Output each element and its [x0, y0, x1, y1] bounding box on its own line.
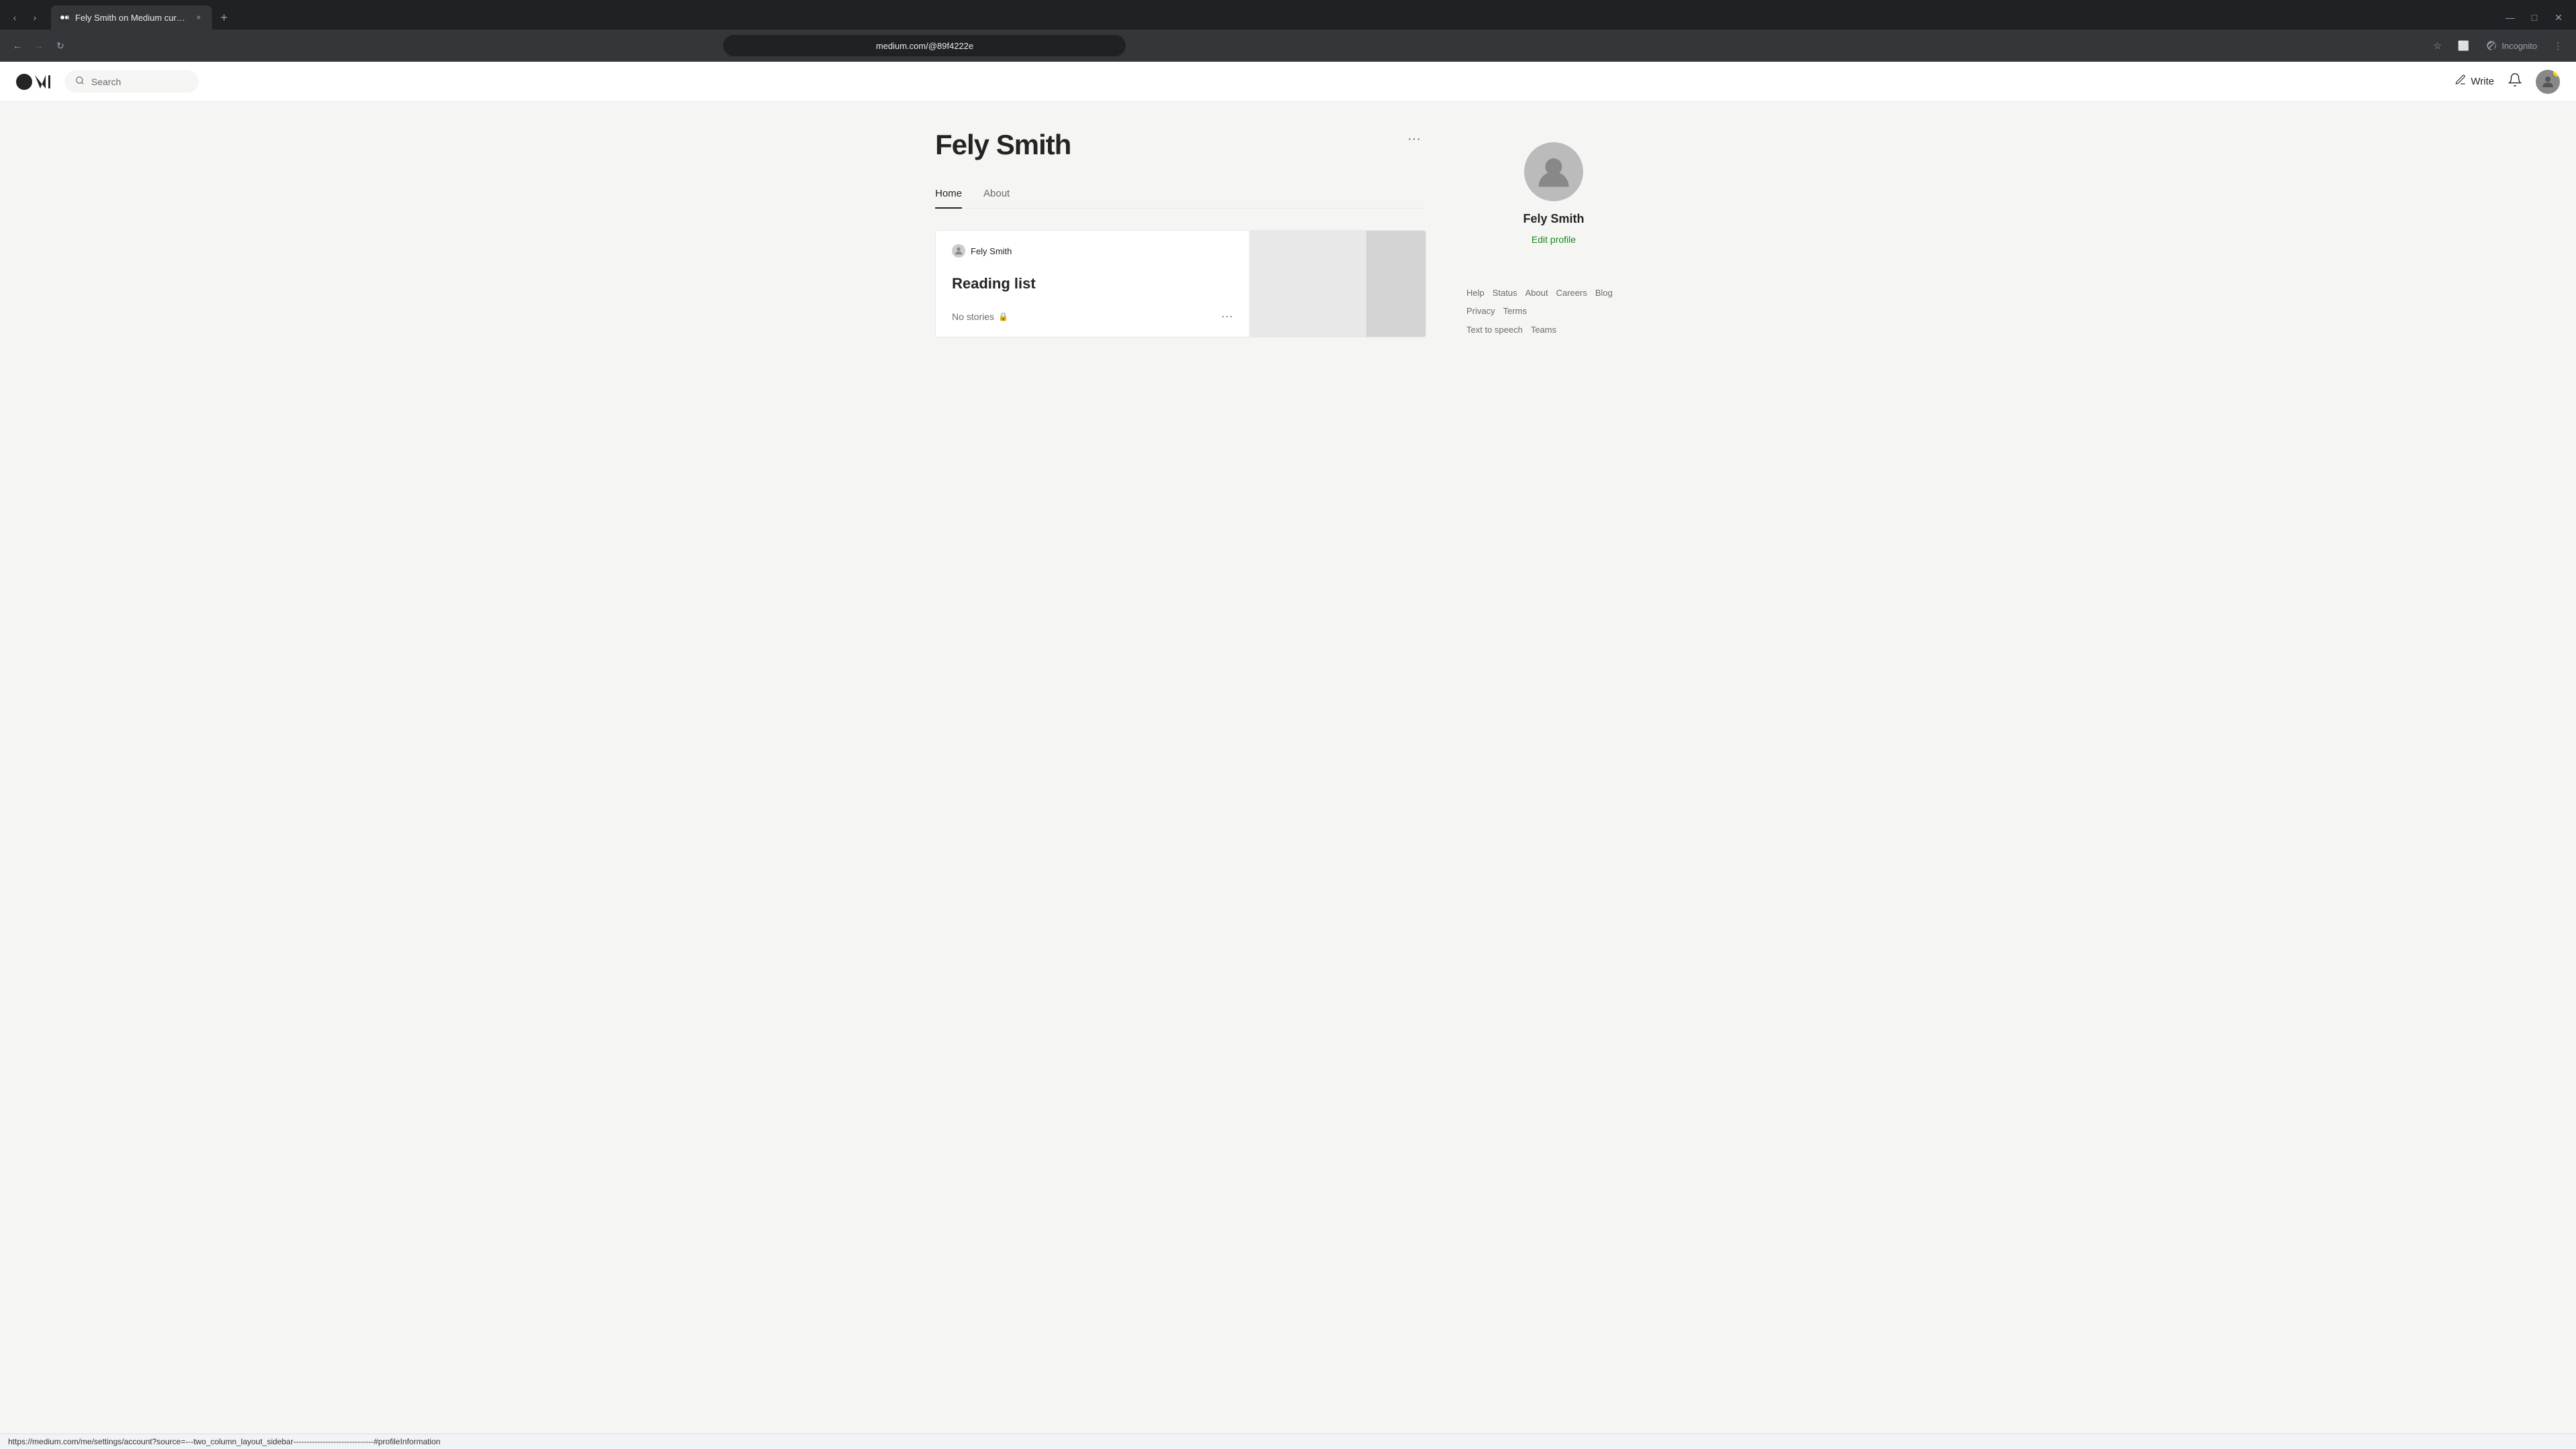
status-bar: https://medium.com/me/settings/account?s… — [0, 1434, 2576, 1449]
tab-nav-left: ‹ › — [5, 8, 44, 27]
incognito-label: Incognito — [2502, 41, 2537, 51]
close-window-button[interactable]: ✕ — [2552, 11, 2565, 24]
sidebar-profile: Fely Smith Edit profile — [1466, 129, 1641, 245]
avatar-plus-badge: ✦ — [2553, 70, 2560, 76]
footer-link-help[interactable]: Help — [1466, 285, 1485, 301]
status-bar-url: https://medium.com/me/settings/account?s… — [8, 1437, 440, 1446]
back-button[interactable]: ← — [8, 36, 27, 55]
tab-title: Fely Smith on Medium curated — [75, 13, 188, 23]
search-box[interactable]: Search — [64, 70, 199, 93]
footer-link-privacy[interactable]: Privacy — [1466, 303, 1495, 319]
incognito-button[interactable]: Incognito — [2480, 37, 2542, 54]
card-bottom: No stories 🔒 ··· — [952, 309, 1233, 323]
card-right — [1249, 231, 1426, 337]
reading-list-card: Fely Smith Reading list No stories 🔒 ··· — [935, 230, 1426, 337]
sidebar-avatar — [1524, 142, 1583, 201]
cards-area: Fely Smith Reading list No stories 🔒 ··· — [935, 230, 1426, 337]
notification-button[interactable] — [2508, 72, 2522, 91]
edit-profile-button[interactable]: Edit profile — [1532, 234, 1576, 245]
card-left: Fely Smith Reading list No stories 🔒 ··· — [936, 231, 1249, 337]
medium-logo[interactable] — [16, 72, 54, 91]
address-right-controls: ☆ ⬜ Incognito ⋮ — [2428, 37, 2568, 54]
card-title: Reading list — [952, 275, 1233, 292]
nav-right: Write ✦ — [2455, 70, 2560, 94]
minimize-button[interactable]: — — [2504, 11, 2517, 24]
sidebar-name: Fely Smith — [1523, 212, 1584, 226]
card-image-2 — [1366, 231, 1426, 337]
write-button[interactable]: Write — [2455, 74, 2494, 89]
footer-link-terms[interactable]: Terms — [1503, 303, 1527, 319]
footer-links-row-2: Text to speech Teams — [1466, 322, 1641, 337]
profile-header: Fely Smith ··· — [935, 129, 1426, 161]
address-nav: ← → ↻ — [8, 36, 70, 55]
lock-icon: 🔒 — [998, 312, 1008, 321]
profile-name: Fely Smith — [935, 129, 1071, 161]
browser-chrome: ‹ › Fely Smith on Medium curated × + — □… — [0, 0, 2576, 62]
url-text: medium.com/@89f4222e — [733, 41, 1116, 51]
card-author-avatar — [952, 244, 965, 258]
tab-favicon — [59, 12, 70, 23]
forward-button[interactable]: → — [30, 36, 48, 55]
browser-menu-button[interactable]: ⋮ — [2548, 38, 2568, 54]
tab-about[interactable]: About — [983, 188, 1010, 209]
footer-link-status[interactable]: Status — [1493, 285, 1517, 301]
footer-links: Help Status About Careers Blog Privacy T… — [1466, 285, 1641, 337]
address-bar: ← → ↻ medium.com/@89f4222e ☆ ⬜ Incognito… — [0, 30, 2576, 62]
user-avatar-button[interactable]: ✦ — [2536, 70, 2560, 94]
url-bar[interactable]: medium.com/@89f4222e — [723, 35, 1126, 56]
profile-more-button[interactable]: ··· — [1402, 129, 1426, 150]
card-more-button[interactable]: ··· — [1221, 309, 1233, 323]
tab-close-button[interactable]: × — [193, 12, 204, 23]
footer-link-tts[interactable]: Text to speech — [1466, 322, 1523, 337]
no-stories-label: No stories — [952, 311, 994, 322]
search-icon — [75, 76, 85, 87]
bookmark-star-button[interactable]: ☆ — [2428, 38, 2447, 54]
footer-link-blog[interactable]: Blog — [1595, 285, 1613, 301]
write-icon — [2455, 74, 2467, 89]
search-placeholder: Search — [91, 76, 121, 87]
tab-bar: ‹ › Fely Smith on Medium curated × + — □… — [0, 0, 2576, 30]
sidebar-area: Fely Smith Edit profile Help Status Abou… — [1466, 129, 1641, 337]
footer-link-teams[interactable]: Teams — [1531, 322, 1556, 337]
profile-tabs: Home About — [935, 188, 1426, 209]
tab-back-arrow[interactable]: ‹ — [5, 8, 24, 27]
reload-button[interactable]: ↻ — [51, 36, 70, 55]
new-tab-button[interactable]: + — [215, 8, 233, 27]
maximize-button[interactable]: □ — [2528, 11, 2541, 24]
content-area: Fely Smith ··· Home About — [935, 129, 1426, 337]
no-stories: No stories 🔒 — [952, 311, 1008, 322]
card-author-name: Fely Smith — [971, 246, 1012, 256]
write-label: Write — [2471, 76, 2494, 87]
footer-links-row-1: Help Status About Careers Blog Privacy T… — [1466, 285, 1641, 319]
tab-forward-arrow[interactable]: › — [25, 8, 44, 27]
main-layout: Fely Smith ··· Home About — [919, 102, 1657, 364]
card-image-1 — [1249, 231, 1366, 337]
card-author: Fely Smith — [952, 244, 1233, 258]
layout-button[interactable]: ⬜ — [2453, 38, 2475, 54]
window-controls: — □ ✕ — [2504, 11, 2571, 24]
active-tab[interactable]: Fely Smith on Medium curated × — [51, 5, 212, 30]
site-nav: Search Write — [0, 62, 2576, 102]
tab-home[interactable]: Home — [935, 188, 962, 209]
page-wrapper: Search Write — [0, 62, 2576, 1449]
footer-link-careers[interactable]: Careers — [1556, 285, 1587, 301]
footer-link-about[interactable]: About — [1525, 285, 1548, 301]
